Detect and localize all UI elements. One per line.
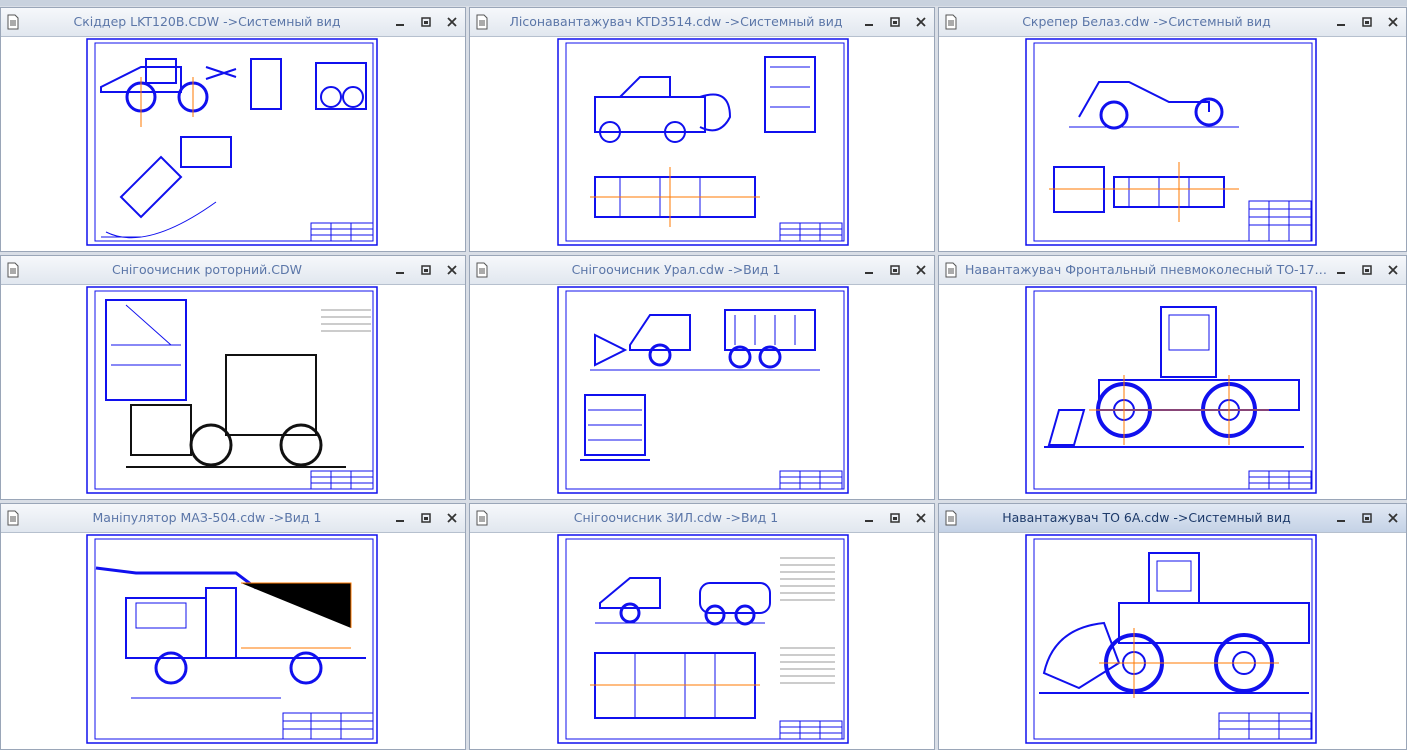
drawing-canvas[interactable] (1, 533, 465, 749)
restore-icon[interactable] (888, 263, 902, 277)
restore-icon[interactable] (1360, 15, 1374, 29)
drawing-window-6[interactable]: Навантажувач Фронтальный пневмоколесный … (938, 255, 1407, 500)
drawing-window-8[interactable]: Снігоочисник ЗИЛ.cdw ->Вид 1 (469, 503, 935, 750)
document-icon (476, 14, 488, 30)
drawing-canvas[interactable] (1, 285, 465, 499)
document-icon (945, 262, 957, 278)
close-icon[interactable] (914, 263, 928, 277)
restore-icon[interactable] (419, 15, 433, 29)
window-titlebar[interactable]: Скрепер Белаз.cdw ->Системный вид (939, 8, 1406, 37)
window-title: Снігоочисник роторний.CDW (112, 262, 302, 277)
minimize-icon[interactable] (1334, 511, 1348, 525)
drawing-canvas[interactable] (939, 285, 1406, 499)
restore-icon[interactable] (1360, 263, 1374, 277)
drawing-sheet (86, 534, 378, 744)
drawing-window-1[interactable]: Скіддер LKT120B.CDW ->Системный вид (0, 7, 466, 252)
window-titlebar[interactable]: Скіддер LKT120B.CDW ->Системный вид (1, 8, 465, 37)
drawing-window-7[interactable]: Маніпулятор МАЗ-504.cdw ->Вид 1 (0, 503, 466, 750)
window-titlebar[interactable]: Снігоочисник роторний.CDW (1, 256, 465, 285)
drawing-window-3[interactable]: Скрепер Белаз.cdw ->Системный вид (938, 7, 1407, 252)
minimize-icon[interactable] (1334, 15, 1348, 29)
drawing-canvas[interactable] (939, 533, 1406, 749)
window-titlebar[interactable]: Снігоочисник Урал.cdw ->Вид 1 (470, 256, 934, 285)
restore-icon[interactable] (419, 511, 433, 525)
drawing-sheet (1025, 38, 1317, 246)
window-title: Снігоочисник ЗИЛ.cdw ->Вид 1 (573, 510, 779, 525)
window-title: Навантажувач Фронтальный пневмоколесный … (965, 262, 1328, 277)
minimize-icon[interactable] (393, 15, 407, 29)
drawing-sheet (86, 286, 378, 494)
drawing-canvas[interactable] (470, 285, 934, 499)
drawing-canvas[interactable] (470, 533, 934, 749)
drawing-sheet (86, 38, 378, 246)
drawing-sheet (557, 38, 849, 246)
drawing-canvas[interactable] (1, 37, 465, 251)
window-title: Скіддер LKT120B.CDW ->Системный вид (73, 14, 341, 29)
restore-icon[interactable] (419, 263, 433, 277)
window-titlebar[interactable]: Маніпулятор МАЗ-504.cdw ->Вид 1 (1, 504, 465, 533)
document-icon (7, 510, 19, 526)
drawing-window-9[interactable]: Навантажувач ТО 6А.cdw ->Системный вид (938, 503, 1407, 750)
restore-icon[interactable] (888, 511, 902, 525)
window-title: Навантажувач ТО 6А.cdw ->Системный вид (1002, 510, 1291, 525)
close-icon[interactable] (914, 15, 928, 29)
restore-icon[interactable] (1360, 511, 1374, 525)
window-titlebar[interactable]: Лісонавантажувач KTD3514.cdw ->Системный… (470, 8, 934, 37)
document-icon (945, 510, 957, 526)
close-icon[interactable] (445, 15, 459, 29)
minimize-icon[interactable] (1334, 263, 1348, 277)
document-icon (7, 14, 19, 30)
document-icon (476, 510, 488, 526)
close-icon[interactable] (1386, 511, 1400, 525)
minimize-icon[interactable] (862, 511, 876, 525)
close-icon[interactable] (1386, 15, 1400, 29)
drawing-canvas[interactable] (470, 37, 934, 251)
close-icon[interactable] (1386, 263, 1400, 277)
minimize-icon[interactable] (862, 15, 876, 29)
drawing-sheet (557, 534, 849, 744)
drawing-canvas[interactable] (939, 37, 1406, 251)
window-title: Скрепер Белаз.cdw ->Системный вид (1022, 14, 1271, 29)
drawing-sheet (1025, 534, 1317, 744)
window-titlebar[interactable]: Снігоочисник ЗИЛ.cdw ->Вид 1 (470, 504, 934, 533)
close-icon[interactable] (445, 263, 459, 277)
document-icon (945, 14, 957, 30)
window-titlebar[interactable]: Навантажувач Фронтальный пневмоколесный … (939, 256, 1406, 285)
restore-icon[interactable] (888, 15, 902, 29)
window-title: Снігоочисник Урал.cdw ->Вид 1 (571, 262, 781, 277)
drawing-window-2[interactable]: Лісонавантажувач KTD3514.cdw ->Системный… (469, 7, 935, 252)
app-top-strip (0, 0, 1407, 6)
minimize-icon[interactable] (393, 511, 407, 525)
minimize-icon[interactable] (393, 263, 407, 277)
window-title: Лісонавантажувач KTD3514.cdw ->Системный… (509, 14, 843, 29)
document-icon (7, 262, 19, 278)
drawing-window-5[interactable]: Снігоочисник Урал.cdw ->Вид 1 (469, 255, 935, 500)
document-icon (476, 262, 488, 278)
close-icon[interactable] (445, 511, 459, 525)
window-title: Маніпулятор МАЗ-504.cdw ->Вид 1 (92, 510, 322, 525)
drawing-window-4[interactable]: Снігоочисник роторний.CDW (0, 255, 466, 500)
window-titlebar[interactable]: Навантажувач ТО 6А.cdw ->Системный вид (939, 504, 1406, 533)
drawing-sheet (1025, 286, 1317, 494)
close-icon[interactable] (914, 511, 928, 525)
minimize-icon[interactable] (862, 263, 876, 277)
drawing-sheet (557, 286, 849, 494)
